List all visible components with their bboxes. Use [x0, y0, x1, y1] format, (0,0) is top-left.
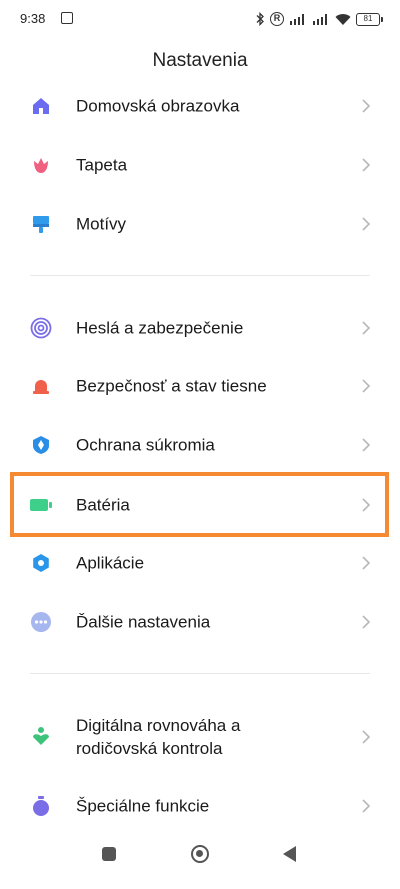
- settings-item-safety-emergency[interactable]: Bezpečnosť a stav tiesne: [0, 357, 400, 415]
- home-button[interactable]: [191, 845, 209, 863]
- settings-item-privacy[interactable]: Ochrana súkromia: [0, 416, 400, 474]
- chevron-right-icon: [362, 438, 371, 452]
- status-bar: 9:38 R 81: [0, 0, 400, 40]
- settings-item-themes[interactable]: Motívy: [0, 195, 400, 253]
- section-divider: [30, 275, 370, 276]
- settings-item-digital-wellbeing[interactable]: Digitálna rovnováha a rodičovská kontrol…: [0, 706, 400, 768]
- signal-icon-2: [313, 14, 327, 25]
- settings-item-label: Heslá a zabezpečenie: [76, 318, 244, 338]
- notification-icon: [61, 12, 73, 24]
- chevron-right-icon: [362, 379, 371, 393]
- signal-icon: [290, 14, 304, 25]
- settings-item-label: Digitálna rovnováha a rodičovská kontrol…: [76, 716, 241, 758]
- battery-status-icon: 81: [356, 12, 383, 26]
- emergency-alarm-icon: [29, 374, 53, 398]
- chevron-right-icon: [362, 321, 371, 335]
- settings-item-passwords-security[interactable]: Heslá a zabezpečenie: [0, 299, 400, 357]
- status-time: 9:38: [20, 11, 46, 26]
- settings-item-label: Ochrana súkromia: [76, 435, 215, 455]
- wifi-icon: [335, 13, 351, 25]
- chevron-right-icon: [362, 615, 371, 629]
- chevron-right-icon: [362, 799, 371, 813]
- settings-item-wallpaper[interactable]: Tapeta: [0, 136, 400, 194]
- page-title: Nastavenia: [152, 50, 248, 71]
- home-icon: [29, 94, 53, 118]
- fingerprint-icon: [29, 316, 53, 340]
- section-divider: [30, 673, 370, 674]
- registered-icon: R: [270, 12, 284, 26]
- chevron-right-icon: [362, 99, 371, 113]
- navigation-bar: [0, 839, 400, 889]
- settings-item-additional-settings[interactable]: Ďalšie nastavenia: [0, 593, 400, 651]
- status-icons: R 81: [255, 9, 383, 29]
- apps-gear-icon: [29, 551, 53, 575]
- settings-item-label: Tapeta: [76, 155, 128, 175]
- settings-item-label: Domovská obrazovka: [76, 96, 240, 116]
- back-button[interactable]: [283, 846, 296, 862]
- more-dots-icon: [29, 610, 53, 634]
- special-features-icon: [29, 794, 53, 818]
- bluetooth-icon: [256, 12, 264, 26]
- chevron-right-icon: [362, 730, 371, 744]
- settings-item-label: Aplikácie: [76, 553, 145, 573]
- settings-item-label: Bezpečnosť a stav tiesne: [76, 376, 267, 396]
- digital-wellbeing-icon: [29, 725, 53, 749]
- chevron-right-icon: [362, 217, 371, 231]
- settings-item-label: Motívy: [76, 214, 127, 234]
- settings-item-label: Špeciálne funkcie: [76, 796, 210, 816]
- recents-button[interactable]: [102, 847, 116, 861]
- highlight-box: [10, 472, 389, 537]
- chevron-right-icon: [362, 158, 371, 172]
- settings-item-home-screen[interactable]: Domovská obrazovka: [0, 77, 400, 135]
- chevron-right-icon: [362, 556, 371, 570]
- settings-item-special-features[interactable]: Špeciálne funkcie: [0, 777, 400, 835]
- wallpaper-flower-icon: [29, 153, 53, 177]
- settings-item-apps[interactable]: Aplikácie: [0, 534, 400, 592]
- privacy-shield-icon: [29, 433, 53, 457]
- themes-brush-icon: [29, 212, 53, 236]
- settings-item-label: Ďalšie nastavenia: [76, 612, 211, 632]
